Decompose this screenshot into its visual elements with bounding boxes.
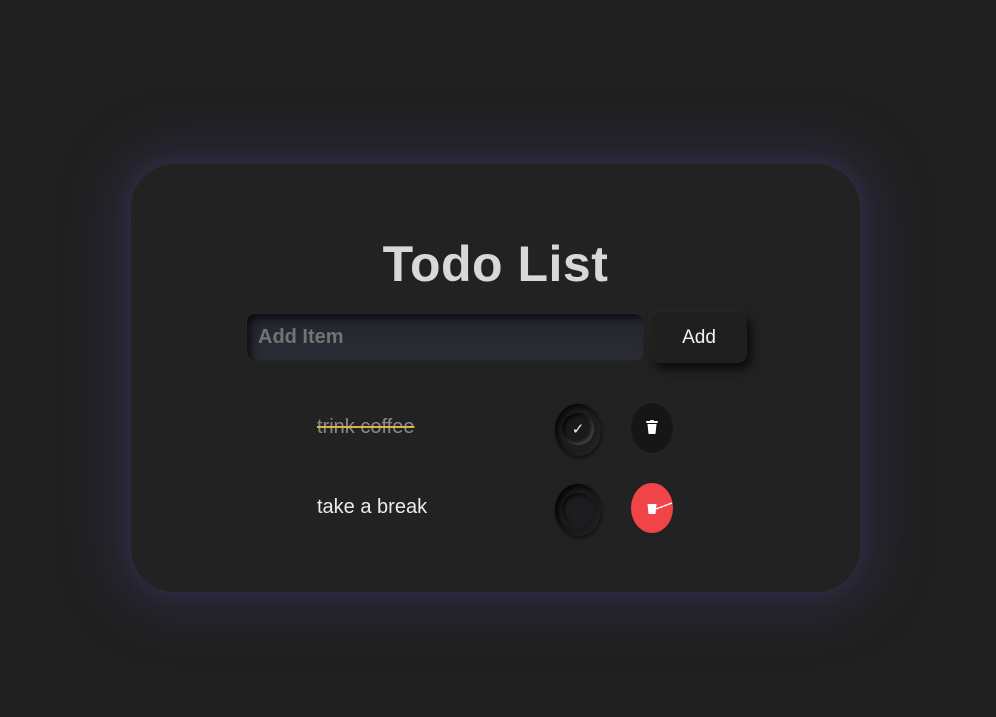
trash-lid-icon <box>655 497 673 510</box>
add-button[interactable]: Add <box>651 312 747 363</box>
complete-toggle-button[interactable] <box>555 484 601 536</box>
add-item-input[interactable] <box>247 314 643 360</box>
page-title: Todo List <box>382 236 609 292</box>
todo-text: take a break <box>317 496 428 518</box>
todo-card: Todo List Add trink coffee ✓ take a brea… <box>131 164 860 592</box>
complete-toggle-button[interactable]: ✓ <box>555 404 601 456</box>
todo-text: trink coffee <box>317 416 415 438</box>
check-ring: ✓ <box>562 413 594 445</box>
todo-item: take a break <box>317 481 677 536</box>
trash-icon <box>646 420 658 434</box>
check-icon <box>562 493 594 525</box>
todo-item: trink coffee ✓ <box>317 401 677 456</box>
delete-button[interactable] <box>631 403 673 453</box>
delete-button[interactable] <box>631 483 673 533</box>
check-ring <box>562 493 594 525</box>
check-icon: ✓ <box>571 420 585 438</box>
